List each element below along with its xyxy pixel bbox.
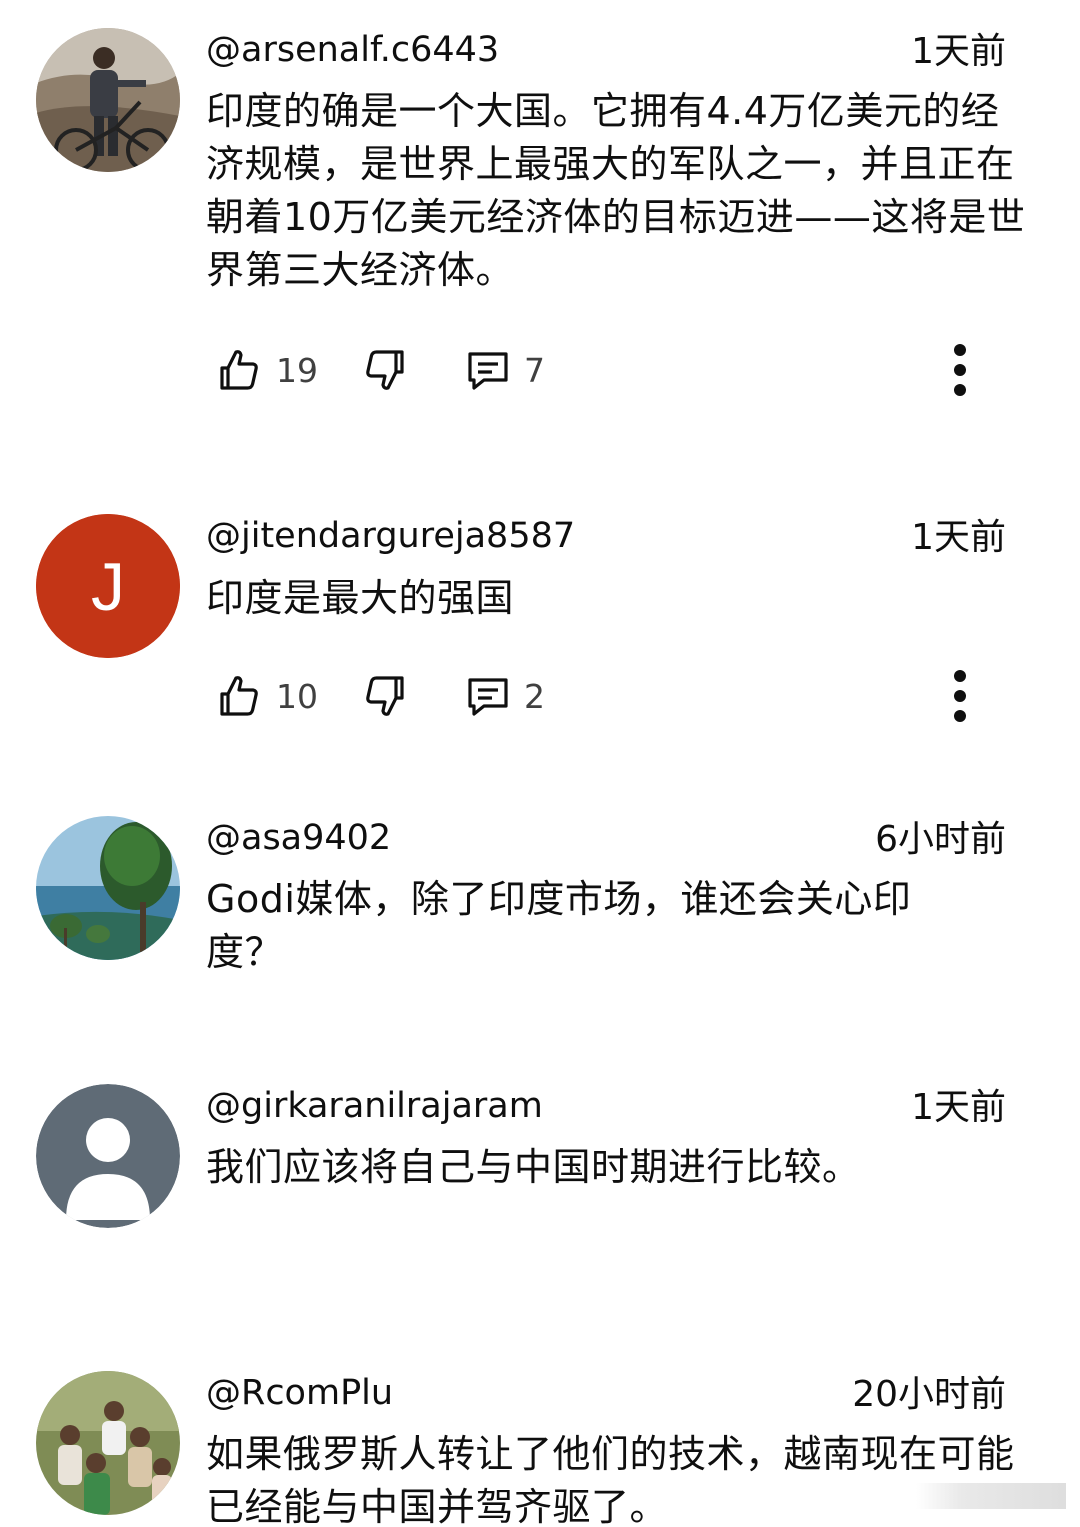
- comment-author[interactable]: @arsenalf.c6443: [206, 28, 499, 72]
- like-count: 10: [276, 676, 318, 716]
- avatar[interactable]: [36, 816, 180, 960]
- avatar[interactable]: [36, 1371, 180, 1515]
- comment-icon: [468, 678, 508, 716]
- default-person-icon: [36, 1084, 180, 1228]
- comment-timestamp: 1天前: [911, 31, 1006, 72]
- comment-author[interactable]: @girkaranilrajaram: [206, 1084, 543, 1128]
- like-button[interactable]: 10: [216, 666, 318, 726]
- reply-count: 2: [524, 676, 545, 716]
- more-options-button[interactable]: [940, 340, 980, 400]
- cyclist-photo-icon: [36, 28, 180, 172]
- dislike-button[interactable]: [360, 340, 408, 400]
- comment-icon: [468, 352, 508, 390]
- more-vertical-icon: [954, 344, 966, 396]
- comment-text: Godi媒体，除了印度市场，谁还会关心印度？: [206, 877, 912, 974]
- comment-author[interactable]: @RcomPlu: [206, 1371, 393, 1415]
- like-button[interactable]: 19: [216, 340, 318, 400]
- reply-count: 7: [524, 350, 545, 390]
- comment-text: 我们应该将自己与中国时期进行比较。: [206, 1145, 861, 1189]
- group-photo-icon: [36, 1371, 180, 1515]
- comment-timestamp: 1天前: [911, 517, 1006, 558]
- thumbs-down-icon: [366, 676, 404, 716]
- comment-text: 印度的确是一个大国。它拥有4.4万亿美元的经济规模，是世界上最强大的军队之一，并…: [206, 89, 1026, 292]
- reply-button[interactable]: 2: [464, 666, 545, 726]
- comment-item: @girkaranilrajaram 1天前 我们应该将自己与中国时期进行比较。: [0, 1070, 1080, 1270]
- comment-item: J @jitendargureja8587 1天前 印度是最大的强国 10 2: [0, 500, 1080, 760]
- more-options-button[interactable]: [940, 666, 980, 726]
- avatar[interactable]: [36, 1084, 180, 1228]
- avatar-letter: J: [91, 549, 125, 625]
- comment-text: 如果俄罗斯人转让了他们的技术，越南现在可能已经能与中国并驾齐驱了。: [206, 1432, 1015, 1527]
- comment-actions: 19 7: [206, 340, 986, 400]
- comment-text: 印度是最大的强国: [206, 576, 515, 620]
- avatar[interactable]: J: [36, 514, 180, 658]
- comment-author[interactable]: @jitendargureja8587: [206, 514, 575, 558]
- comment-actions: 10 2: [206, 666, 986, 726]
- comment-timestamp: 20小时前: [852, 1374, 1006, 1415]
- more-vertical-icon: [954, 670, 966, 722]
- palm-trees-photo-icon: [36, 816, 180, 960]
- dislike-button[interactable]: [360, 666, 408, 726]
- comment-timestamp: 6小时前: [875, 819, 1006, 860]
- thumbs-down-icon: [366, 350, 404, 390]
- watermark: [916, 1483, 1066, 1509]
- thumbs-up-icon: [220, 350, 258, 390]
- comment-item: @arsenalf.c6443 1天前 印度的确是一个大国。它拥有4.4万亿美元…: [0, 0, 1080, 420]
- letter-avatar-icon: J: [36, 514, 180, 658]
- reply-button[interactable]: 7: [464, 340, 545, 400]
- comment-timestamp: 1天前: [911, 1087, 1006, 1128]
- comment-item: @asa9402 6小时前 Godi媒体，除了印度市场，谁还会关心印度？: [0, 800, 1080, 1020]
- like-count: 19: [276, 350, 318, 390]
- avatar[interactable]: [36, 28, 180, 172]
- comment-author[interactable]: @asa9402: [206, 816, 391, 860]
- thumbs-up-icon: [220, 676, 258, 716]
